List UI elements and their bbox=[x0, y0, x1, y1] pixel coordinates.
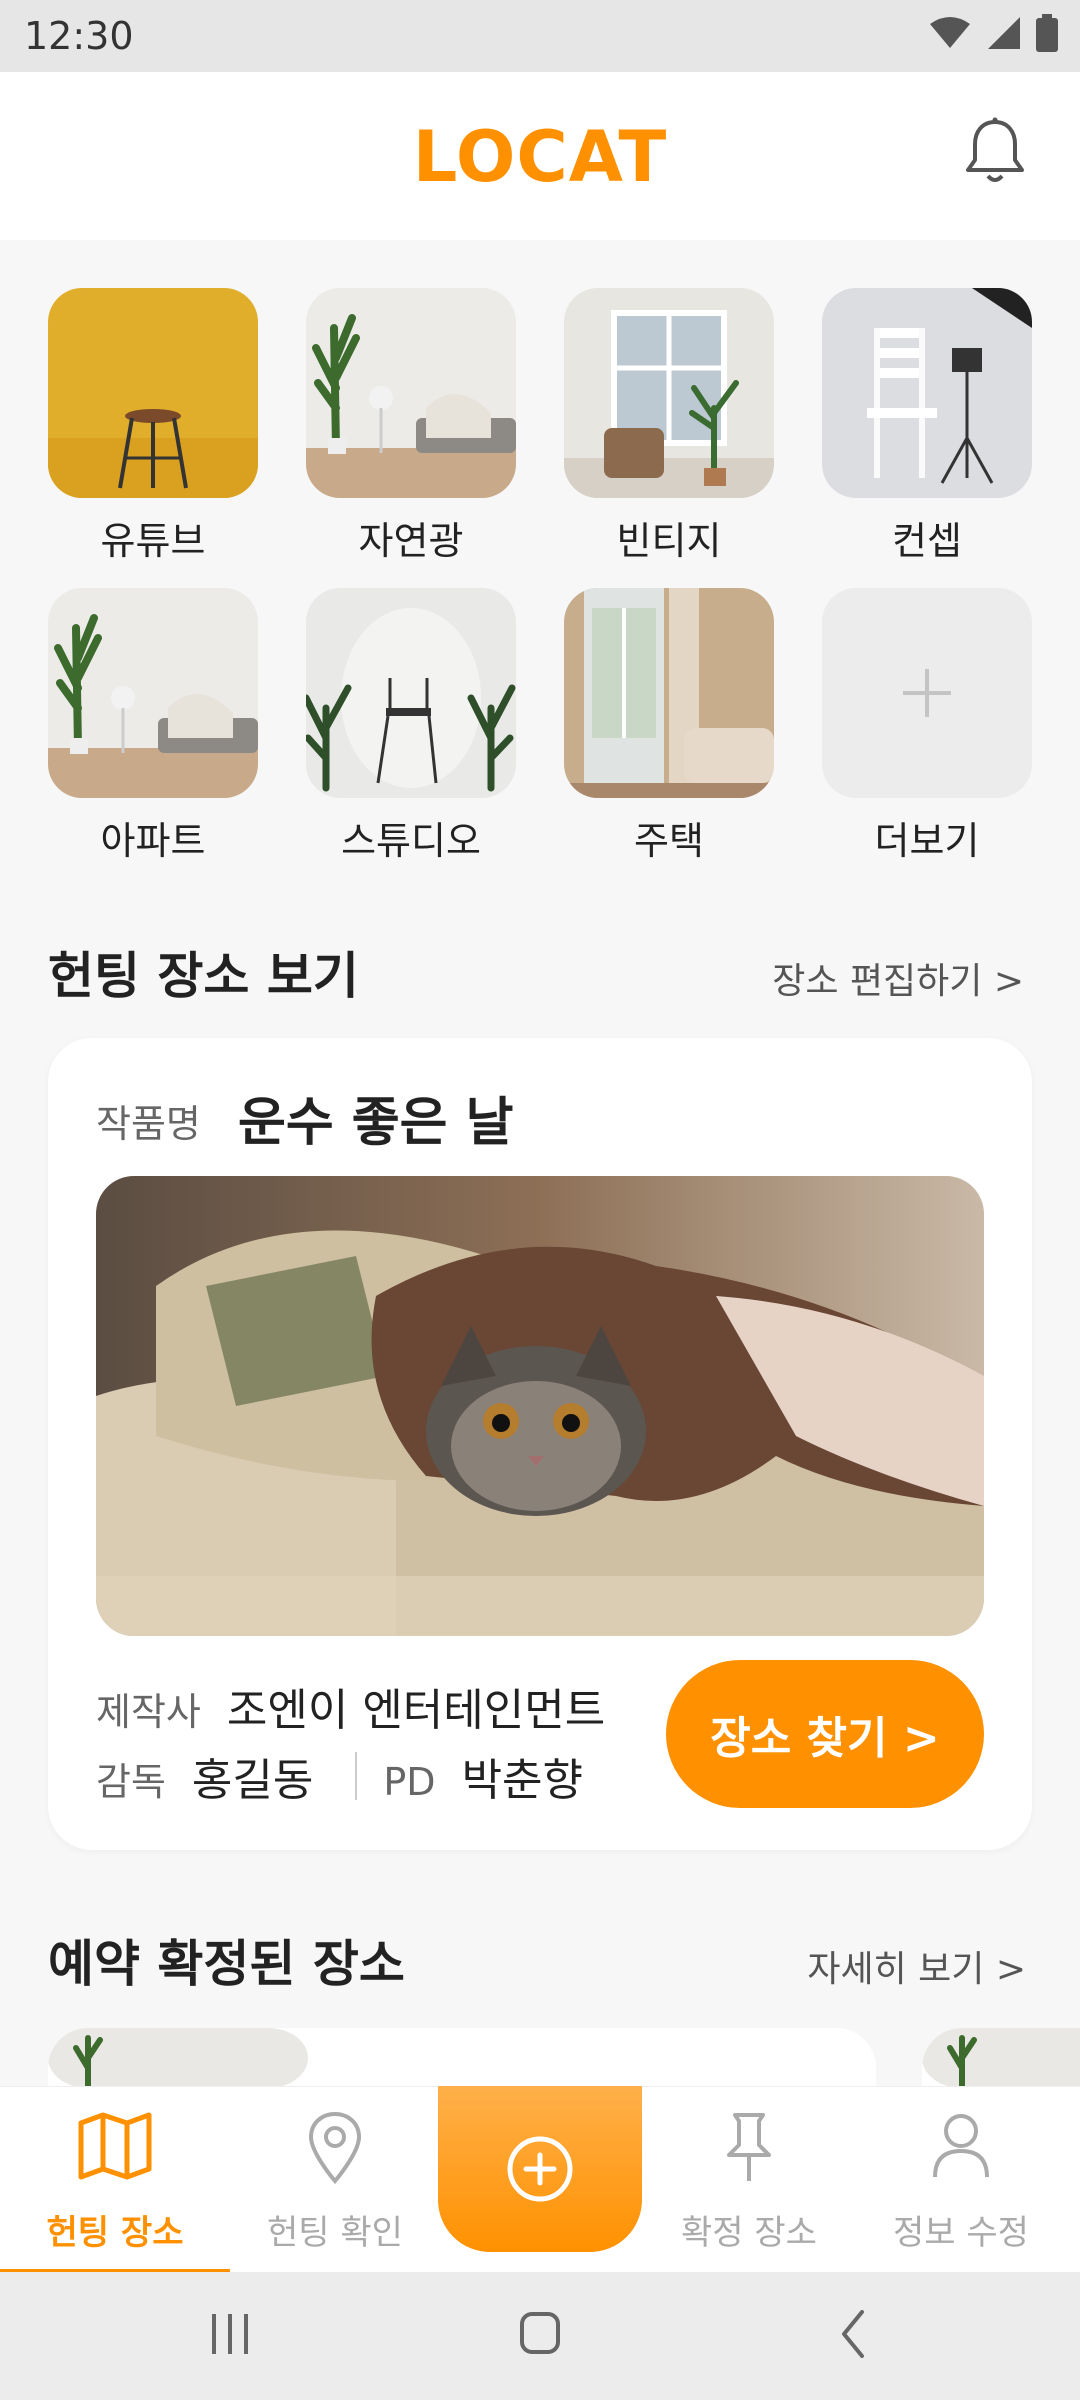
edit-places-link[interactable]: 장소 편집하기 > bbox=[772, 952, 1024, 1004]
category-natural-light[interactable]: 자연광 bbox=[306, 288, 516, 565]
producer-label: 제작사 bbox=[96, 1690, 201, 1734]
more-tile bbox=[822, 588, 1032, 798]
category-concept-image bbox=[822, 288, 1032, 498]
plus-icon bbox=[903, 669, 951, 717]
confirmed-place-thumb bbox=[48, 2028, 308, 2088]
add-circle-icon bbox=[507, 2136, 573, 2202]
status-time: 12:30 bbox=[24, 14, 134, 58]
pushpin-icon bbox=[727, 2113, 771, 2181]
pd-label: PD bbox=[383, 1760, 436, 1804]
find-place-button[interactable]: 장소 찾기 > bbox=[666, 1660, 984, 1808]
recent-apps-icon[interactable] bbox=[206, 2302, 254, 2366]
tab-hunting-places[interactable]: 헌팅 장소 bbox=[0, 2087, 230, 2273]
category-label: 더보기 bbox=[874, 819, 980, 863]
tab-label: 헌팅 장소 bbox=[46, 2213, 184, 2253]
category-concept[interactable]: 컨셉 bbox=[822, 288, 1032, 565]
category-youtube[interactable]: 유튜브 bbox=[48, 288, 258, 565]
signal-icon bbox=[988, 17, 1020, 49]
location-pin-icon bbox=[308, 2111, 362, 2185]
category-label: 자연광 bbox=[358, 519, 464, 563]
category-apartment[interactable]: 아파트 bbox=[48, 588, 258, 865]
category-label: 주택 bbox=[634, 819, 704, 863]
category-label: 빈티지 bbox=[616, 519, 722, 563]
category-label: 스튜디오 bbox=[341, 819, 481, 863]
battery-icon bbox=[1036, 14, 1058, 52]
category-youtube-image bbox=[48, 288, 258, 498]
category-label: 유튜브 bbox=[100, 519, 206, 563]
notification-button[interactable] bbox=[962, 116, 1028, 190]
hunting-section-title: 헌팅 장소 보기 bbox=[48, 947, 359, 1005]
category-vintage[interactable]: 빈티지 bbox=[564, 288, 774, 565]
category-vintage-image bbox=[564, 288, 774, 498]
work-title: 운수 좋은 날 bbox=[238, 1093, 514, 1153]
map-icon bbox=[78, 2112, 152, 2180]
system-navigation-bar bbox=[0, 2272, 1080, 2400]
bell-icon bbox=[966, 117, 1024, 182]
category-house[interactable]: 주택 bbox=[564, 588, 774, 865]
confirmed-place-thumb bbox=[922, 2028, 1080, 2088]
work-title-label: 작품명 bbox=[96, 1102, 201, 1146]
work-photo bbox=[96, 1176, 984, 1636]
app-logo: LOCAT bbox=[412, 116, 668, 198]
category-studio-image bbox=[306, 588, 516, 798]
divider bbox=[355, 1752, 358, 1800]
category-apartment-image bbox=[48, 588, 258, 798]
tab-label: 헌팅 확인 bbox=[267, 2213, 403, 2253]
add-button[interactable] bbox=[438, 2086, 642, 2252]
tab-label: 확정 장소 bbox=[681, 2213, 817, 2253]
category-label: 아파트 bbox=[100, 819, 206, 863]
pd-value: 박춘향 bbox=[461, 1755, 584, 1806]
tab-label: 정보 수정 bbox=[893, 2213, 1029, 2253]
home-icon[interactable] bbox=[516, 2302, 564, 2366]
view-details-link[interactable]: 자세히 보기 > bbox=[807, 1940, 1026, 1992]
director-label: 감독 bbox=[96, 1760, 166, 1804]
category-label: 컨셉 bbox=[892, 519, 962, 563]
tab-edit-info[interactable]: 정보 수정 bbox=[856, 2087, 1066, 2273]
user-icon bbox=[933, 2114, 989, 2178]
work-card: 작품명 운수 좋은 날 제작사 조엔이 엔터테인먼트 감독 홍길동 PD 박춘향… bbox=[48, 1038, 1032, 1850]
category-more-button[interactable]: 더보기 bbox=[822, 588, 1032, 865]
back-icon[interactable] bbox=[830, 2302, 878, 2366]
director-value: 홍길동 bbox=[191, 1755, 314, 1806]
category-house-image bbox=[564, 588, 774, 798]
tab-hunting-check[interactable]: 헌팅 확인 bbox=[230, 2087, 440, 2273]
category-natural-light-image bbox=[306, 288, 516, 498]
status-bar: 12:30 bbox=[0, 0, 1080, 72]
producer-value: 조엔이 엔터테인먼트 bbox=[226, 1685, 606, 1736]
confirmed-section-title: 예약 확정된 장소 bbox=[48, 1935, 405, 1993]
category-studio[interactable]: 스튜디오 bbox=[306, 588, 516, 865]
wifi-icon bbox=[930, 17, 970, 48]
tab-confirmed-places[interactable]: 확정 장소 bbox=[642, 2087, 856, 2273]
app-header: LOCAT bbox=[0, 72, 1080, 240]
